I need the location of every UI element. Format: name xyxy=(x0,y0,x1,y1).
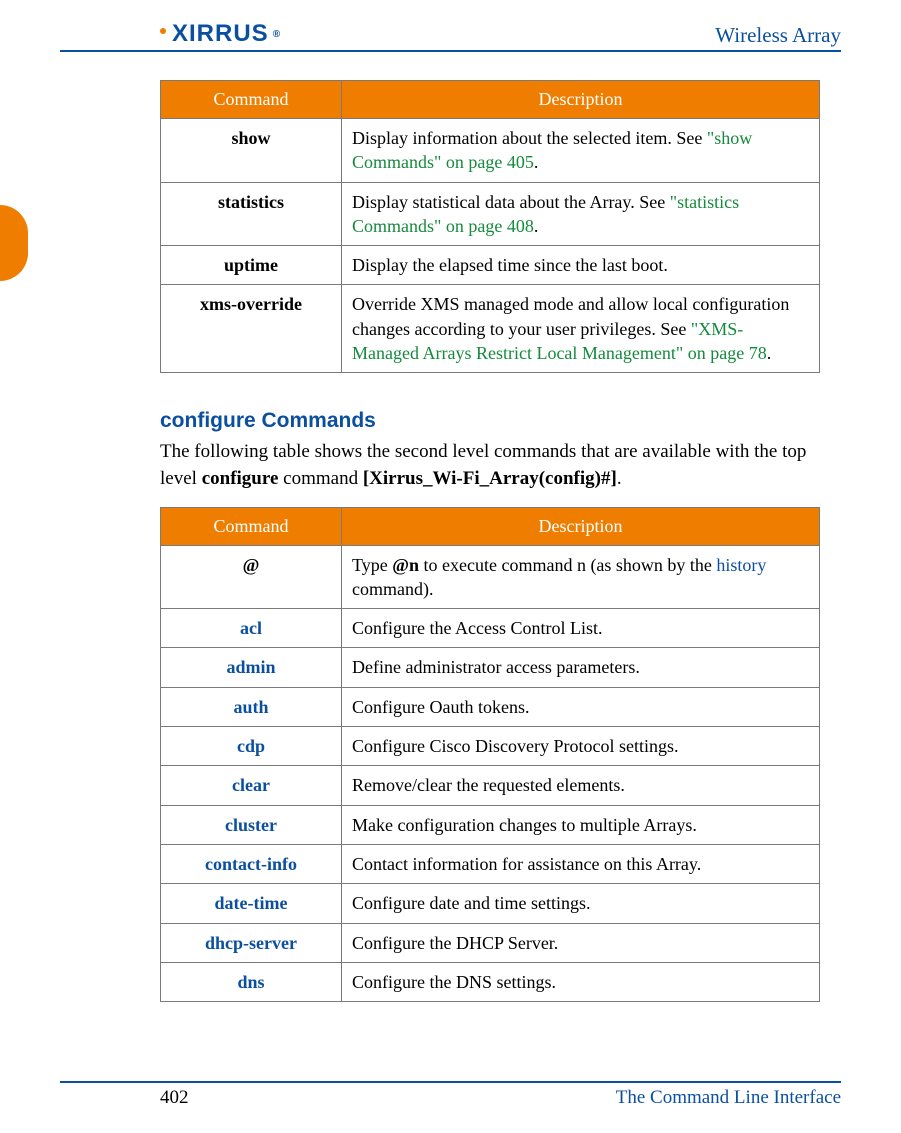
desc-text: Type xyxy=(352,555,392,575)
command-desc: Configure the DNS settings. xyxy=(342,962,820,1001)
command-desc: Type @n to execute command n (as shown b… xyxy=(342,545,820,609)
footer-page-number: 402 xyxy=(160,1087,189,1109)
command-desc: Define administrator access parameters. xyxy=(342,648,820,687)
command-desc: Configure the DHCP Server. xyxy=(342,923,820,962)
header-product-name: Wireless Array xyxy=(715,23,841,48)
section-tab-marker xyxy=(0,205,28,281)
table-row: cluster Make configuration changes to mu… xyxy=(161,805,820,844)
command-name-link[interactable]: contact-info xyxy=(161,844,342,883)
command-name: @ xyxy=(161,545,342,609)
table-row: @ Type @n to execute command n (as shown… xyxy=(161,545,820,609)
command-name: uptime xyxy=(161,246,342,285)
table-row: auth Configure Oauth tokens. xyxy=(161,687,820,726)
table-row: contact-info Contact information for ass… xyxy=(161,844,820,883)
table1-header-description: Description xyxy=(342,81,820,119)
desc-text: . xyxy=(534,216,539,236)
command-desc: Override XMS managed mode and allow loca… xyxy=(342,285,820,373)
command-name-link[interactable]: acl xyxy=(161,609,342,648)
command-name-link[interactable]: cdp xyxy=(161,727,342,766)
table-row: acl Configure the Access Control List. xyxy=(161,609,820,648)
page: XIRRUS ® Wireless Array Command Descript… xyxy=(0,0,901,1133)
page-content: Command Description show Display informa… xyxy=(60,80,841,1002)
command-desc: Display information about the selected i… xyxy=(342,119,820,183)
intro-text: command xyxy=(278,468,362,489)
table-row: clear Remove/clear the requested element… xyxy=(161,766,820,805)
command-name-link[interactable]: dhcp-server xyxy=(161,923,342,962)
table-row: date-time Configure date and time settin… xyxy=(161,884,820,923)
table-row: cdp Configure Cisco Discovery Protocol s… xyxy=(161,727,820,766)
table-row: show Display information about the selec… xyxy=(161,119,820,183)
table-row: dhcp-server Configure the DHCP Server. xyxy=(161,923,820,962)
desc-text: Display information about the selected i… xyxy=(352,128,707,148)
brand-logo: XIRRUS ® xyxy=(160,20,281,48)
page-header: XIRRUS ® Wireless Array xyxy=(60,20,841,52)
command-name-link[interactable]: admin xyxy=(161,648,342,687)
command-name: statistics xyxy=(161,182,342,246)
command-desc: Contact information for assistance on th… xyxy=(342,844,820,883)
command-name-link[interactable]: date-time xyxy=(161,884,342,923)
section-heading: configure Commands xyxy=(160,409,841,433)
command-desc: Remove/clear the requested elements. xyxy=(342,766,820,805)
logo-text: XIRRUS xyxy=(172,20,269,48)
table-row: xms-override Override XMS managed mode a… xyxy=(161,285,820,373)
desc-bold: @n xyxy=(392,555,419,575)
table2-header-description: Description xyxy=(342,507,820,545)
command-name: xms-override xyxy=(161,285,342,373)
commands-table-2: Command Description @ Type @n to execute… xyxy=(160,507,820,1003)
inline-link[interactable]: history xyxy=(716,555,766,575)
intro-bold: [Xirrus_Wi-Fi_Array(config)#] xyxy=(363,468,617,489)
table-row: dns Configure the DNS settings. xyxy=(161,962,820,1001)
intro-bold: configure xyxy=(202,468,279,489)
commands-table-1: Command Description show Display informa… xyxy=(160,80,820,373)
table1-header-command: Command xyxy=(161,81,342,119)
table-row: statistics Display statistical data abou… xyxy=(161,182,820,246)
command-desc: Display the elapsed time since the last … xyxy=(342,246,820,285)
command-desc: Configure date and time settings. xyxy=(342,884,820,923)
logo-dot-icon xyxy=(160,28,166,34)
command-name-link[interactable]: auth xyxy=(161,687,342,726)
command-name-link[interactable]: dns xyxy=(161,962,342,1001)
table-row: admin Define administrator access parame… xyxy=(161,648,820,687)
command-desc: Make configuration changes to multiple A… xyxy=(342,805,820,844)
desc-text: command). xyxy=(352,579,433,599)
command-name-link[interactable]: clear xyxy=(161,766,342,805)
command-desc: Configure Cisco Discovery Protocol setti… xyxy=(342,727,820,766)
command-desc: Display statistical data about the Array… xyxy=(342,182,820,246)
desc-text: Display statistical data about the Array… xyxy=(352,192,670,212)
command-desc: Configure Oauth tokens. xyxy=(342,687,820,726)
footer-chapter-title: The Command Line Interface xyxy=(616,1087,841,1109)
page-footer: 402 The Command Line Interface xyxy=(60,1081,841,1109)
command-name: show xyxy=(161,119,342,183)
intro-text: . xyxy=(617,468,622,489)
table2-header-command: Command xyxy=(161,507,342,545)
desc-text: to execute command n (as shown by the xyxy=(419,555,716,575)
desc-text: . xyxy=(534,152,539,172)
section-intro: The following table shows the second lev… xyxy=(160,439,841,492)
command-name-link[interactable]: cluster xyxy=(161,805,342,844)
desc-text: . xyxy=(767,343,772,363)
command-desc: Configure the Access Control List. xyxy=(342,609,820,648)
table-row: uptime Display the elapsed time since th… xyxy=(161,246,820,285)
registered-icon: ® xyxy=(273,29,281,40)
